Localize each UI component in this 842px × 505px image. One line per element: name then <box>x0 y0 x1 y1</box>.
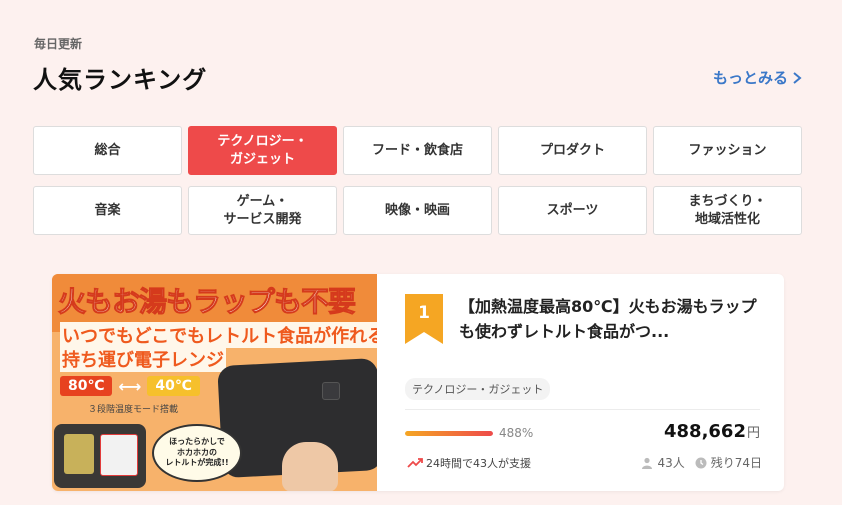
speech-bubble: ほったらかしで ホカホカの レトルトが完成!! <box>152 424 242 482</box>
temp-low-badge: 40℃ <box>147 376 200 396</box>
category-tab-video-film[interactable]: 映像・映画 <box>343 186 492 235</box>
device-button-image <box>322 382 340 400</box>
category-tab-general[interactable]: 総合 <box>33 126 182 175</box>
supporters-count: 43人 <box>641 454 685 471</box>
ranking-card[interactable]: 火もお湯もラップも不要 いつでもどこでもレトルト食品が作れる 持ち運び電子レンジ… <box>52 274 784 491</box>
see-more-link[interactable]: もっとみる <box>713 67 802 88</box>
thumbnail-mode-caption: ３段階温度モード搭載 <box>88 405 179 415</box>
progress-bar <box>405 431 493 436</box>
trending-up-icon <box>407 458 423 468</box>
category-tag[interactable]: テクノロジー・ガジェット <box>405 378 551 400</box>
retort-pack-image <box>64 434 94 474</box>
thumbnail-subline: いつでもどこでもレトルト食品が作れる <box>60 322 377 348</box>
project-info: 1 【加熱温度最高80℃】火もお湯もラップも使わずレトルト食品がつ... テクノ… <box>377 274 784 491</box>
rank-badge: 1 <box>405 294 443 344</box>
category-tab-fashion[interactable]: ファッション <box>653 126 802 175</box>
page-title: 人気ランキング <box>33 66 208 94</box>
person-icon <box>642 457 653 469</box>
temp-high-badge: 80℃ <box>60 376 113 396</box>
progress-bar-fill <box>405 431 493 436</box>
see-more-label: もっとみる <box>712 69 788 87</box>
category-tab-community[interactable]: まちづくり・ 地域活性化 <box>653 186 802 235</box>
category-tab-food[interactable]: フード・飲食店 <box>343 126 492 175</box>
daily-update-label: 毎日更新 <box>34 37 83 51</box>
category-tab-game-service[interactable]: ゲーム・ サービス開発 <box>188 186 337 235</box>
trend-text: 24時間で43人が支援 <box>426 457 531 470</box>
category-tabs: 総合 テクノロジー・ ガジェット フード・飲食店 プロダクト ファッション 音楽… <box>33 126 803 235</box>
thumbnail-temperatures: 80℃ ⟷ 40℃ <box>60 376 200 396</box>
category-tab-music[interactable]: 音楽 <box>33 186 182 235</box>
days-remaining: 残り74日 <box>695 454 762 471</box>
project-meta: 43人 残り74日 <box>641 454 762 471</box>
double-arrow-icon: ⟷ <box>118 376 142 396</box>
category-tab-product[interactable]: プロダクト <box>498 126 647 175</box>
thumbnail-headline: 火もお湯もラップも不要 <box>57 285 356 319</box>
hand-image <box>282 442 338 491</box>
amount-value: 488,662 <box>664 421 746 442</box>
project-title[interactable]: 【加熱温度最高80℃】火もお湯もラップも使わずレトルト食品がつ... <box>459 295 765 345</box>
retort-pack-image <box>100 434 138 476</box>
days-remaining-text: 残り74日 <box>710 456 762 470</box>
divider <box>405 409 760 410</box>
chevron-right-icon <box>793 71 802 84</box>
category-tab-technology-gadget[interactable]: テクノロジー・ ガジェット <box>188 126 337 175</box>
rank-number: 1 <box>418 303 430 323</box>
clock-icon <box>695 457 707 468</box>
thumbnail-product-name: 持ち運び電子レンジ <box>60 346 226 372</box>
category-tab-sports[interactable]: スポーツ <box>498 186 647 235</box>
funding-percent: 488% <box>499 426 534 440</box>
trend-indicator: 24時間で43人が支援 <box>407 455 531 471</box>
supporters-text: 43人 <box>657 456 685 470</box>
currency-unit: 円 <box>746 426 760 441</box>
project-thumbnail[interactable]: 火もお湯もラップも不要 いつでもどこでもレトルト食品が作れる 持ち運び電子レンジ… <box>52 274 377 491</box>
funding-amount: 488,662円 <box>664 421 760 442</box>
